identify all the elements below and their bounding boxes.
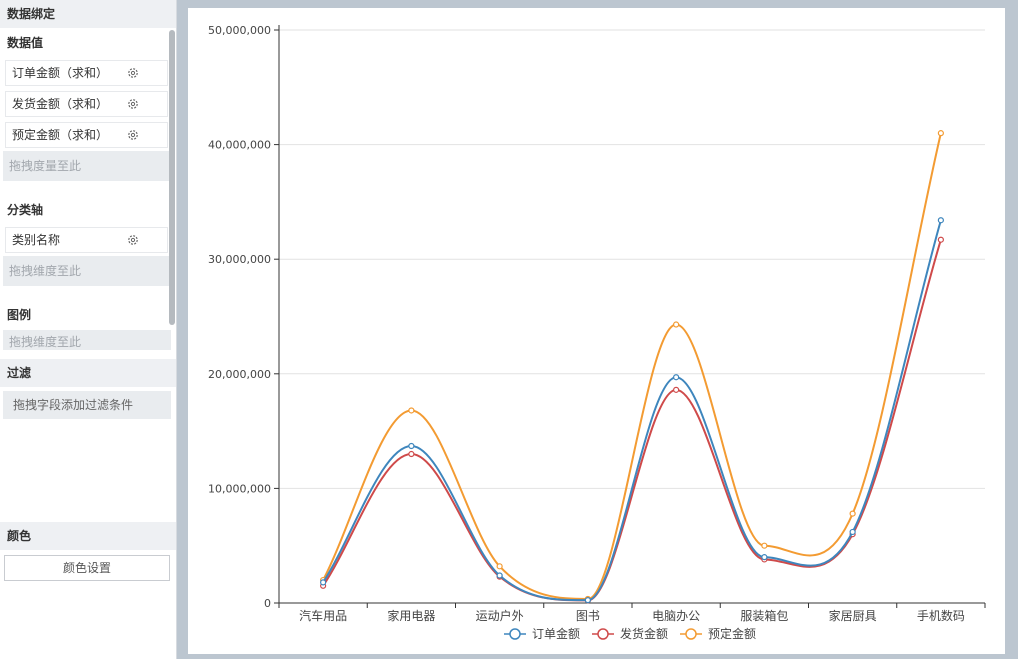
y-tick-label: 20,000,000	[208, 368, 271, 381]
x-tick-label: 运动户外	[476, 608, 524, 623]
data-point	[408, 407, 415, 414]
data-point	[496, 572, 503, 579]
data-point	[761, 554, 768, 561]
data-point	[849, 510, 856, 517]
legend-label: 订单金额	[532, 626, 580, 641]
panel-header: 数据绑定	[0, 0, 176, 28]
x-tick-label: 家用电器	[387, 608, 435, 623]
legend-label: 预定金额	[708, 626, 756, 641]
legend-item: 发货金额	[592, 626, 668, 641]
measure-chip-label: 订单金额（求和）	[12, 66, 109, 80]
filter-section-title: 过滤	[0, 359, 176, 387]
legend-section-title: 图例	[7, 308, 32, 322]
data-point	[849, 528, 856, 536]
series-line	[322, 239, 942, 602]
legend-item: 订单金额	[504, 626, 580, 641]
x-tick-label: 手机数码	[917, 608, 965, 623]
data-point	[937, 130, 944, 137]
y-tick-label: 40,000,000	[208, 139, 271, 152]
legend-drop-zone[interactable]: 拖拽维度至此	[3, 330, 171, 350]
filter-drop-zone[interactable]: 拖拽字段添加过滤条件	[3, 391, 171, 419]
values-section-title: 数据值	[7, 36, 44, 50]
data-point	[761, 542, 768, 549]
measure-chip-order-amount[interactable]: 订单金额（求和）	[5, 60, 168, 86]
y-tick-label: 10,000,000	[208, 482, 271, 495]
panel-scrollbar[interactable]	[169, 30, 175, 325]
series-line	[322, 132, 942, 600]
data-point	[496, 563, 503, 570]
data-binding-panel: 数据绑定 数据值 订单金额（求和） 发货金额（求和） 预定金额（求和） 拖拽度量…	[0, 0, 177, 659]
data-point	[673, 386, 680, 393]
legend-swatch-marker	[597, 628, 609, 640]
data-point	[408, 450, 415, 458]
color-section-title: 颜色	[0, 522, 176, 550]
y-tick-label: 0	[264, 597, 271, 610]
gear-icon[interactable]	[127, 234, 139, 246]
line-chart: 0 10,000,000 20,000,000 30,000,000 40,000,00…	[208, 24, 986, 641]
gear-icon[interactable]	[127, 129, 139, 141]
x-tick-label: 图书	[576, 609, 600, 623]
y-tick-label: 50,000,000	[208, 24, 271, 37]
data-point	[320, 579, 327, 586]
y-tick-label: 30,000,000	[208, 253, 271, 266]
color-settings-button[interactable]: 颜色设置	[4, 555, 170, 581]
category-drop-zone[interactable]: 拖拽维度至此	[3, 256, 171, 286]
data-point	[408, 442, 415, 450]
data-point	[584, 597, 591, 604]
chart-container: 0 10,000,000 20,000,000 30,000,000 40,000,00…	[188, 8, 1005, 654]
measure-chip-label: 预定金额（求和）	[12, 128, 109, 142]
x-tick-label: 汽车用品	[299, 608, 347, 623]
data-point	[937, 236, 944, 243]
gear-icon[interactable]	[127, 67, 139, 79]
legend-label: 发货金额	[620, 626, 668, 641]
category-field-chip[interactable]: 类别名称	[5, 227, 168, 253]
category-section-title: 分类轴	[7, 203, 44, 217]
data-point	[673, 374, 680, 381]
legend-item: 预定金额	[680, 626, 756, 641]
measures-drop-zone[interactable]: 拖拽度量至此	[3, 151, 171, 181]
data-point	[937, 217, 944, 224]
measure-chip-ship-amount[interactable]: 发货金额（求和）	[5, 91, 168, 117]
gear-icon[interactable]	[127, 98, 139, 110]
measure-chip-reserve-amount[interactable]: 预定金额（求和）	[5, 122, 168, 148]
category-field-label: 类别名称	[12, 233, 61, 247]
legend-swatch-marker	[509, 628, 521, 640]
legend-swatch-marker	[685, 628, 697, 640]
measure-chip-label: 发货金额（求和）	[12, 97, 109, 111]
data-point	[673, 321, 680, 328]
x-tick-label: 电脑办公	[652, 608, 700, 623]
x-tick-label: 家居厨具	[829, 608, 877, 623]
x-tick-label: 服装箱包	[740, 608, 788, 623]
